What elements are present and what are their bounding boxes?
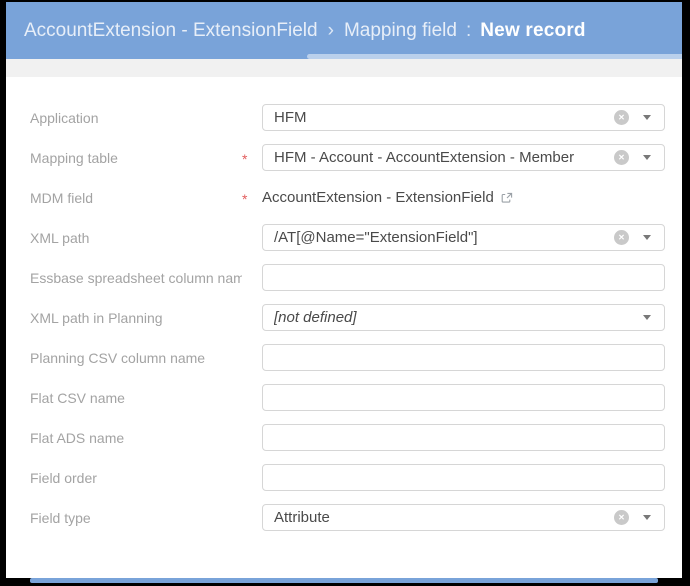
clear-circle-icon[interactable]: ✕: [614, 150, 629, 165]
flat-ads-name-input[interactable]: [262, 424, 665, 451]
field-label: MDM field: [30, 190, 242, 206]
xml-path-in-planning-value: [not defined]: [274, 309, 629, 326]
form-rows: ApplicationHFM✕Mapping table*HFM - Accou…: [6, 77, 682, 531]
clear-circle-icon[interactable]: ✕: [614, 230, 629, 245]
form-row-mdm-field: MDM field*AccountExtension - ExtensionFi…: [30, 184, 665, 211]
external-link-icon[interactable]: [501, 192, 513, 204]
form-row-field-order: Field order: [30, 464, 665, 491]
xml-path-in-planning-select[interactable]: [not defined]: [262, 304, 665, 331]
required-asterisk: [242, 396, 262, 399]
clear-circle-icon[interactable]: ✕: [614, 510, 629, 525]
mapping-table-value: HFM - Account - AccountExtension - Membe…: [274, 149, 604, 166]
required-asterisk: [242, 276, 262, 279]
required-asterisk: [242, 236, 262, 239]
field-control: AccountExtension - ExtensionField: [262, 184, 665, 211]
essbase-spreadsheet-column-name-input[interactable]: [262, 264, 665, 291]
required-asterisk: [242, 436, 262, 439]
form-row-planning-csv-column-name: Planning CSV column name: [30, 344, 665, 371]
flat-csv-name-input[interactable]: [262, 384, 665, 411]
breadcrumb-section: Mapping field: [344, 20, 457, 42]
required-asterisk: *: [242, 188, 262, 207]
form-row-flat-ads-name: Flat ADS name: [30, 424, 665, 451]
field-label: Application: [30, 110, 242, 126]
field-label: Flat ADS name: [30, 430, 242, 446]
field-label: Field type: [30, 510, 242, 526]
xml-path-value: /AT[@Name="ExtensionField"]: [274, 229, 604, 246]
mdm-field-value: AccountExtension - ExtensionField: [262, 189, 494, 206]
required-asterisk: [242, 356, 262, 359]
field-type-select[interactable]: Attribute ✕: [262, 504, 665, 531]
chevron-down-icon[interactable]: [643, 235, 651, 240]
form-row-xml-path-in-planning: XML path in Planning [not defined]: [30, 304, 665, 331]
chevron-down-icon[interactable]: [643, 315, 651, 320]
xml-path-select[interactable]: /AT[@Name="ExtensionField"] ✕: [262, 224, 665, 251]
field-control: Attribute ✕: [262, 504, 665, 531]
field-label: Flat CSV name: [30, 390, 242, 406]
required-asterisk: [242, 316, 262, 319]
field-control: HFM - Account - AccountExtension - Membe…: [262, 144, 665, 171]
breadcrumb: AccountExtension - ExtensionField › Mapp…: [6, 2, 682, 59]
form-row-flat-csv-name: Flat CSV name: [30, 384, 665, 411]
field-control: /AT[@Name="ExtensionField"] ✕: [262, 224, 665, 251]
required-asterisk: [242, 476, 262, 479]
form-row-xml-path: XML path/AT[@Name="ExtensionField"] ✕: [30, 224, 665, 251]
field-control: [262, 424, 665, 451]
required-asterisk: [242, 116, 262, 119]
field-control: HFM ✕: [262, 104, 665, 131]
breadcrumb-separator: ›: [328, 20, 334, 42]
field-control: [not defined]: [262, 304, 665, 331]
field-label: Planning CSV column name: [30, 350, 242, 366]
breadcrumb-current: New record: [480, 20, 585, 42]
app-window: AccountExtension - ExtensionField › Mapp…: [6, 2, 682, 578]
field-control: [262, 384, 665, 411]
clear-circle-icon[interactable]: ✕: [614, 110, 629, 125]
chevron-down-icon[interactable]: [643, 155, 651, 160]
header-underline: [307, 54, 682, 59]
field-label: Essbase spreadsheet column name: [30, 270, 242, 286]
application-select[interactable]: HFM ✕: [262, 104, 665, 131]
form-row-essbase-spreadsheet-column-name: Essbase spreadsheet column name: [30, 264, 665, 291]
field-order-input[interactable]: [262, 464, 665, 491]
mapping-table-select[interactable]: HFM - Account - AccountExtension - Membe…: [262, 144, 665, 171]
field-label: Mapping table: [30, 150, 242, 166]
form-row-application: Application HFM ✕: [30, 104, 665, 131]
planning-csv-column-name-input[interactable]: [262, 344, 665, 371]
form-row-mapping-table: Mapping table* HFM - Account - AccountExt…: [30, 144, 665, 171]
application-value: HFM: [274, 109, 604, 126]
mdm-field-value-row: AccountExtension - ExtensionField: [262, 189, 513, 206]
required-asterisk: *: [242, 148, 262, 167]
field-type-value: Attribute: [274, 509, 604, 526]
field-control: [262, 264, 665, 291]
field-control: [262, 344, 665, 371]
breadcrumb-colon: :: [466, 20, 471, 42]
field-label: XML path in Planning: [30, 310, 242, 326]
field-label: XML path: [30, 230, 242, 246]
breadcrumb-parent[interactable]: AccountExtension - ExtensionField: [24, 20, 318, 42]
form-row-field-type: Field type Attribute ✕: [30, 504, 665, 531]
bottom-accent-bar: [30, 578, 658, 583]
form-panel: ApplicationHFM✕Mapping table*HFM - Accou…: [6, 77, 682, 578]
chevron-down-icon[interactable]: [643, 115, 651, 120]
chevron-down-icon[interactable]: [643, 515, 651, 520]
required-asterisk: [242, 516, 262, 519]
field-control: [262, 464, 665, 491]
field-label: Field order: [30, 470, 242, 486]
